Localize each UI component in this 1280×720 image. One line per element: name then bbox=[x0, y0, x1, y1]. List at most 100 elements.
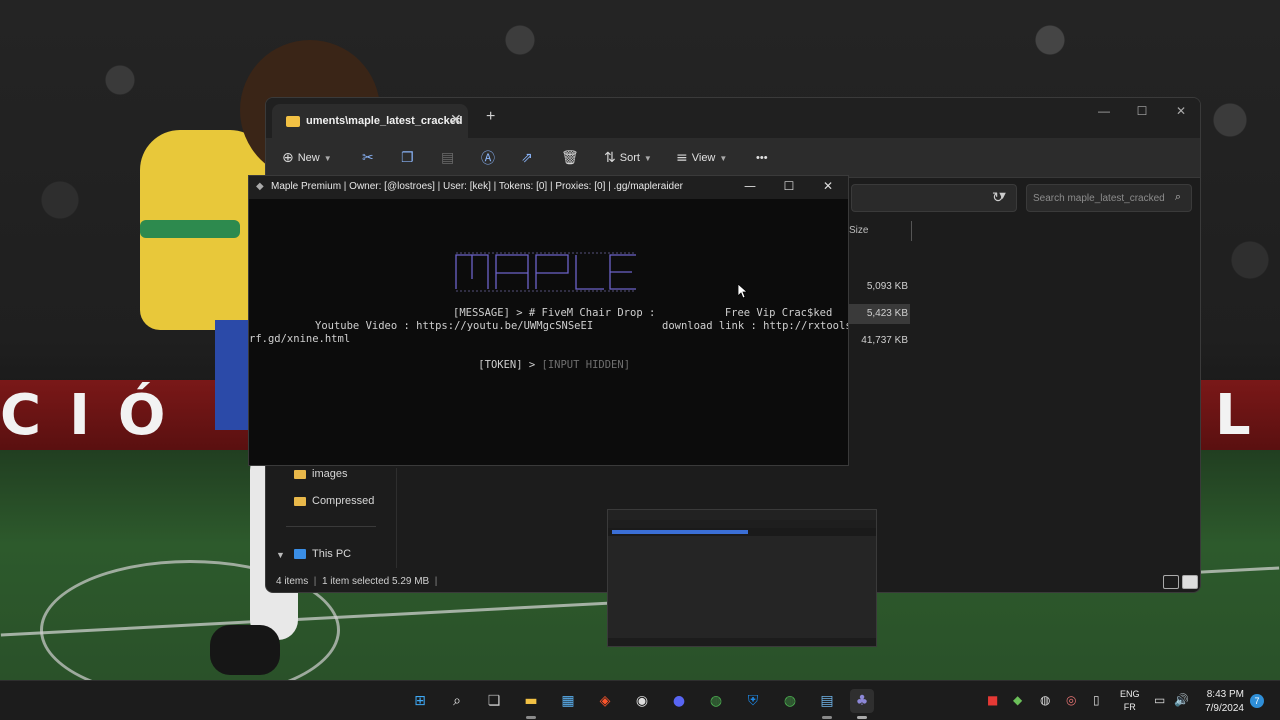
windows-start-icon[interactable]: ⊞ bbox=[408, 689, 432, 713]
status-bar: 4 items | 1 item selected 5.29 MB | bbox=[276, 576, 438, 587]
mouse-cursor-icon bbox=[738, 284, 748, 299]
brave-browser-icon[interactable]: ◈ bbox=[593, 689, 617, 713]
token-input-hidden[interactable]: [INPUT HIDDEN] bbox=[542, 359, 631, 371]
preview-body bbox=[608, 536, 876, 640]
sidebar-item-label: This PC bbox=[312, 548, 352, 560]
tray-app-icon[interactable]: ◎ bbox=[1066, 693, 1076, 707]
view-label: View bbox=[691, 152, 716, 164]
more-options-button[interactable]: ••• bbox=[756, 146, 768, 170]
chevron-down-icon: ▼ bbox=[719, 153, 728, 163]
new-tab-button[interactable]: + bbox=[486, 108, 495, 126]
running-indicator bbox=[857, 716, 867, 719]
delete-button[interactable]: 🗑 bbox=[561, 146, 579, 170]
console-titlebar: ◆ Maple Premium | Owner: [@lostroes] | U… bbox=[249, 176, 848, 199]
task-view-icon[interactable]: ❏ bbox=[482, 689, 506, 713]
tray-discord-icon[interactable]: ◍ bbox=[1040, 693, 1050, 707]
share-icon: ⇗ bbox=[521, 150, 533, 166]
chevron-down-icon: ▼ bbox=[323, 153, 332, 163]
usb-icon[interactable]: ▯ bbox=[1093, 693, 1100, 707]
language-indicator[interactable]: ENG FR bbox=[1120, 688, 1140, 714]
banner-text-right: L bbox=[1215, 383, 1279, 448]
running-indicator bbox=[526, 716, 536, 719]
shield-icon[interactable]: ⛨ bbox=[741, 689, 765, 713]
clock-time: 8:43 PM bbox=[1206, 689, 1244, 700]
folder-icon bbox=[294, 496, 306, 506]
status-item-count: 4 items bbox=[276, 576, 309, 587]
pane-divider[interactable] bbox=[396, 468, 397, 568]
minimize-button[interactable]: — bbox=[735, 179, 765, 193]
discord-icon[interactable]: ● bbox=[667, 689, 691, 713]
paste-button[interactable]: ▤ bbox=[441, 146, 454, 170]
clock-date: 7/9/2024 bbox=[1205, 703, 1244, 714]
plus-circle-icon: ⊕ bbox=[282, 150, 294, 166]
console-window: ◆ Maple Premium | Owner: [@lostroes] | U… bbox=[248, 175, 849, 466]
close-button[interactable]: ✕ bbox=[813, 179, 843, 193]
banner-text-left: CIÓ bbox=[0, 383, 194, 448]
refresh-icon[interactable]: ↻ bbox=[992, 190, 1004, 206]
tray-app-icon[interactable]: ■ bbox=[987, 693, 998, 707]
notification-badge[interactable]: 7 bbox=[1250, 694, 1264, 708]
maple-app-icon[interactable]: ♣ bbox=[850, 689, 874, 713]
copy-icon: ❐ bbox=[401, 150, 414, 166]
token-prompt-label: [TOKEN] > bbox=[478, 359, 542, 371]
clock[interactable]: 8:43 PM 7/9/2024 bbox=[1196, 688, 1244, 716]
chrome-icon[interactable]: ◍ bbox=[704, 689, 728, 713]
console-token-prompt[interactable]: [TOKEN] > [INPUT HIDDEN] bbox=[453, 347, 630, 383]
search-placeholder: Search maple_latest_cracked bbox=[1033, 193, 1165, 204]
status-selection: 1 item selected 5.29 MB bbox=[321, 576, 430, 587]
minimize-button[interactable]: — bbox=[1089, 104, 1119, 118]
sidebar-item-images[interactable]: images bbox=[294, 468, 347, 480]
app-icon-circle[interactable]: ◉ bbox=[630, 689, 654, 713]
column-separator[interactable] bbox=[911, 221, 912, 241]
sidebar-item-label: images bbox=[312, 468, 348, 480]
more-icon: ••• bbox=[756, 152, 768, 164]
notepad-icon[interactable]: ▤ bbox=[815, 689, 839, 713]
preview-menubar bbox=[608, 520, 876, 528]
network-icon[interactable]: ▭ bbox=[1154, 693, 1165, 707]
language-primary: ENG bbox=[1120, 689, 1140, 699]
explorer-toolbar: ⊕ New ▼ ✂ ❐ ▤ Ⓐ ⇗ 🗑 ⇅ Sort ▼ ≡ View ▼ ••… bbox=[266, 138, 1200, 178]
new-label: New bbox=[297, 152, 320, 164]
chrome-icon[interactable]: ◍ bbox=[778, 689, 802, 713]
volume-icon[interactable]: 🔊 bbox=[1174, 693, 1189, 707]
sidebar-item-label: Compressed bbox=[312, 495, 375, 507]
sort-button[interactable]: ⇅ Sort ▼ bbox=[604, 146, 652, 170]
share-button[interactable]: ⇗ bbox=[521, 146, 533, 170]
maximize-button[interactable]: ☐ bbox=[1127, 104, 1157, 118]
column-header-size[interactable]: Size bbox=[849, 225, 868, 236]
close-button[interactable]: ✕ bbox=[1166, 104, 1196, 118]
explorer-tab-title: uments\maple_latest_cracked bbox=[306, 115, 463, 127]
paste-icon: ▤ bbox=[441, 150, 455, 166]
sidebar-item-this-pc[interactable]: This PC bbox=[294, 548, 351, 560]
console-message-line: [MESSAGE] > # FiveM Chair Drop : Free Vi… bbox=[453, 307, 833, 319]
taskbar-window-preview[interactable] bbox=[607, 509, 877, 647]
preview-statusbar bbox=[608, 638, 876, 646]
maximize-button[interactable]: ☐ bbox=[774, 179, 804, 193]
maple-ascii-logo bbox=[455, 252, 636, 292]
trash-icon: 🗑 bbox=[561, 150, 579, 166]
store-icon[interactable]: ▦ bbox=[556, 689, 580, 713]
search-icon[interactable]: ⌕ bbox=[445, 689, 469, 713]
copy-button[interactable]: ❐ bbox=[401, 146, 414, 170]
explorer-tab[interactable]: uments\maple_latest_cracked ✕ bbox=[272, 104, 468, 138]
tray-app-icon[interactable]: ◆ bbox=[1013, 693, 1022, 707]
file-explorer-icon[interactable]: ▬ bbox=[519, 689, 543, 713]
console-download-line: download link : http://rxtools. bbox=[662, 320, 849, 332]
sort-icon: ⇅ bbox=[604, 150, 616, 166]
expand-chevron-icon[interactable]: ▼ bbox=[276, 550, 285, 560]
rename-icon: Ⓐ bbox=[481, 151, 495, 167]
view-button[interactable]: ≡ View ▼ bbox=[676, 146, 727, 170]
search-input[interactable]: Search maple_latest_cracked ⌕ bbox=[1026, 184, 1192, 212]
sidebar-item-compressed[interactable]: Compressed bbox=[294, 495, 374, 507]
tiles-view-button[interactable] bbox=[1182, 575, 1198, 589]
folder-icon bbox=[294, 469, 306, 479]
rename-button[interactable]: Ⓐ bbox=[481, 146, 495, 170]
console-url-continuation: rf.gd/xnine.html bbox=[249, 333, 351, 345]
close-tab-icon[interactable]: ✕ bbox=[450, 111, 462, 128]
preview-titlebar bbox=[608, 510, 876, 520]
search-icon: ⌕ bbox=[1174, 191, 1181, 203]
taskbar: ⊞ ⌕ ❏ ▬ ▦ ◈ ◉ ● ◍ ⛨ ◍ ▤ ♣ ■ ◆ ◍ ◎ ▯ ENG … bbox=[0, 680, 1280, 720]
details-view-button[interactable] bbox=[1163, 575, 1179, 589]
new-button[interactable]: ⊕ New ▼ bbox=[282, 146, 332, 170]
cut-button[interactable]: ✂ bbox=[362, 146, 374, 170]
